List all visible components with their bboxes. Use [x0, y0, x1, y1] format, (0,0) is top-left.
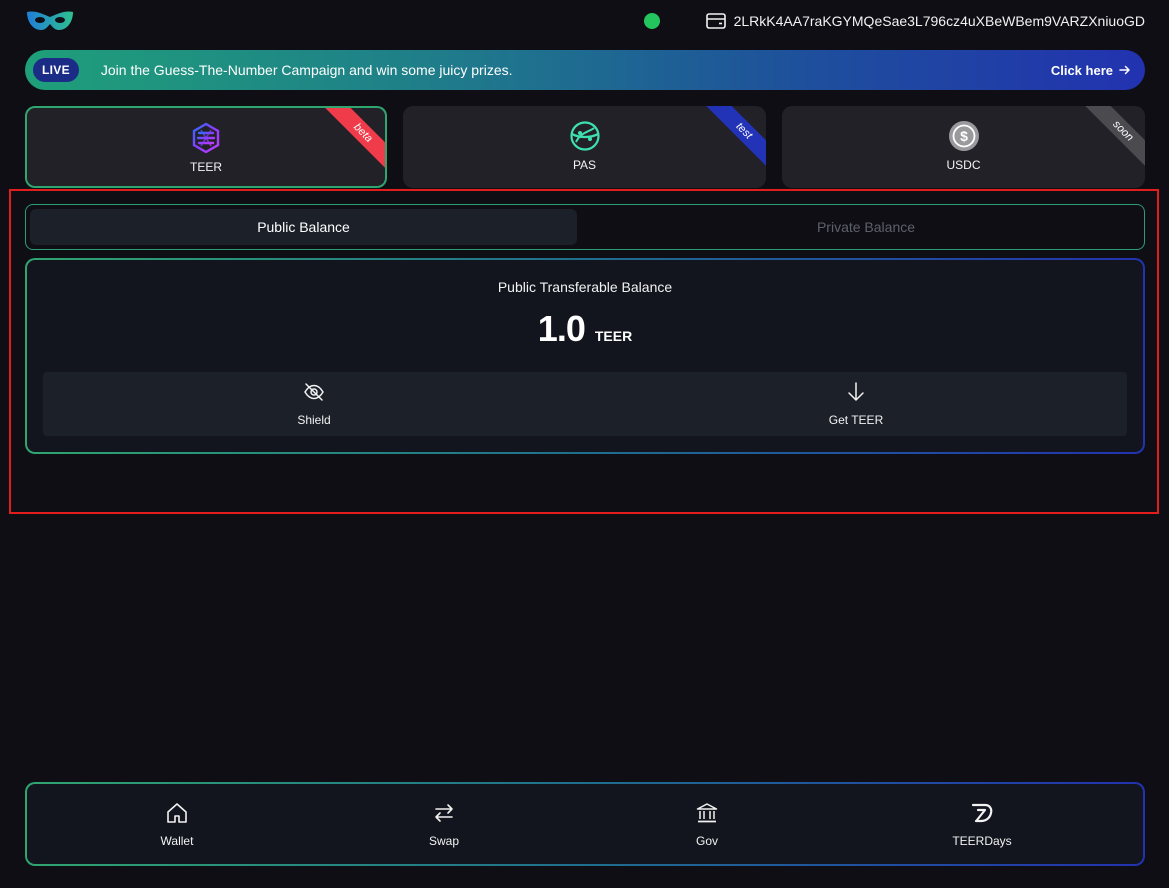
balance-panel: Public Transferable Balance 1.0 TEER Shi…	[25, 258, 1145, 454]
click-here-label: Click here	[1050, 62, 1113, 78]
click-here-link[interactable]: Click here	[1051, 50, 1131, 90]
arrow-down-icon	[848, 382, 864, 401]
get-teer-button[interactable]: Get TEER	[585, 372, 1127, 436]
balance-actions: Shield Get TEER	[43, 372, 1127, 436]
balance-amount: 1.0 TEER	[27, 308, 1143, 350]
home-icon	[167, 803, 187, 823]
teer-hexagon-icon	[192, 122, 220, 154]
wallet-address: 2LRkK4AA7raKGYMQeSae3L796cz4uXBeWBem9VAR…	[733, 13, 1145, 29]
token-card-usdc[interactable]: $ USDC soon	[782, 106, 1145, 188]
usdc-coin-icon: $	[948, 121, 979, 151]
top-bar: 2LRkK4AA7raKGYMQeSae3L796cz4uXBeWBem9VAR…	[0, 0, 1169, 44]
bottom-nav: Wallet Swap Gov TEERDays	[25, 782, 1145, 866]
token-card-teer[interactable]: TEER beta	[25, 106, 387, 188]
nav-swap-label: Swap	[428, 834, 460, 848]
balance-title: Public Transferable Balance	[497, 279, 673, 295]
teerdays-icon	[971, 803, 993, 823]
nav-gov[interactable]: Gov	[647, 784, 767, 864]
eye-off-icon	[304, 383, 324, 401]
wallet-icon	[705, 13, 726, 29]
token-label-usdc: USDC	[946, 158, 981, 172]
mask-logo-icon[interactable]	[25, 8, 75, 34]
balance-tabs: Public Balance Private Balance	[25, 204, 1145, 250]
arrow-right-icon	[1119, 65, 1130, 75]
swap-arrows-icon	[435, 804, 453, 822]
token-label-pas: PAS	[572, 158, 597, 172]
pas-globe-icon	[569, 121, 600, 151]
connection-status-dot	[644, 13, 660, 29]
token-card-pas[interactable]: PAS test	[403, 106, 766, 188]
get-teer-label: Get TEER	[828, 413, 884, 427]
nav-teerdays-label: TEERDays	[952, 834, 1012, 848]
nav-swap[interactable]: Swap	[384, 784, 504, 864]
balance-value: 1.0	[537, 308, 586, 349]
svg-text:$: $	[960, 128, 968, 144]
nav-gov-label: Gov	[695, 834, 718, 848]
live-badge: LIVE	[33, 58, 79, 82]
banner-text: Join the Guess-The-Number Campaign and w…	[100, 62, 513, 78]
balance-unit: TEER	[594, 328, 633, 344]
campaign-banner[interactable]: LIVE Join the Guess-The-Number Campaign …	[25, 50, 1145, 90]
nav-wallet[interactable]: Wallet	[117, 784, 237, 864]
nav-teerdays[interactable]: TEERDays	[922, 784, 1042, 864]
tab-public-balance[interactable]: Public Balance	[30, 209, 577, 245]
app-page: 2LRkK4AA7raKGYMQeSae3L796cz4uXBeWBem9VAR…	[0, 0, 1169, 888]
nav-wallet-label: Wallet	[160, 834, 194, 848]
token-label-teer: TEER	[189, 160, 222, 174]
shield-button[interactable]: Shield	[43, 372, 585, 436]
tab-private-balance[interactable]: Private Balance	[581, 209, 1151, 245]
wallet-address-button[interactable]: 2LRkK4AA7raKGYMQeSae3L796cz4uXBeWBem9VAR…	[705, 11, 1145, 31]
bank-icon	[696, 803, 718, 823]
shield-label: Shield	[297, 413, 331, 427]
